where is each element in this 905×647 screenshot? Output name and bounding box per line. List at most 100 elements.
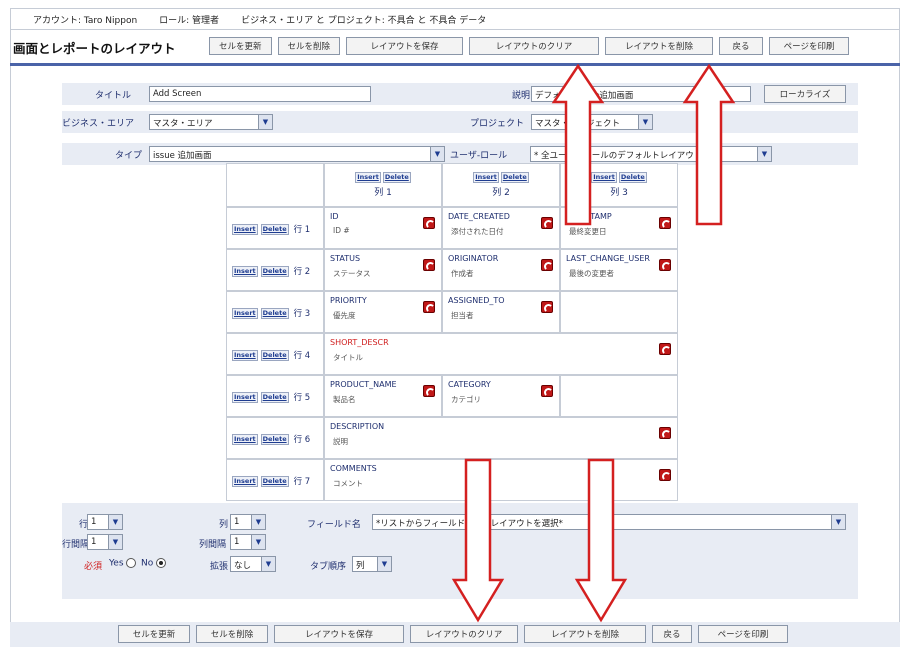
top-toolbar: セルを更新 セルを削除 レイアウトを保存 レイアウトのクリア レイアウトを削除 … <box>209 37 850 55</box>
field-description: 作成者 <box>451 269 474 278</box>
yes-radio[interactable] <box>126 558 137 568</box>
delete-button[interactable]: Delete <box>260 391 289 403</box>
save-layout-button[interactable]: レイアウトを保存 <box>346 37 464 55</box>
delete-button[interactable]: Delete <box>260 307 289 319</box>
col-select[interactable]: 1 ▼ <box>230 514 266 530</box>
row-header: Insert Delete 行 1 <box>232 223 310 235</box>
delete-button[interactable]: Delete <box>382 172 411 183</box>
field-cell[interactable]: SHORT_DESCR タイトル <box>324 333 678 375</box>
insert-button[interactable]: Insert <box>473 172 499 183</box>
title-input[interactable]: Add Screen <box>149 86 371 102</box>
column-header: Insert Delete 列 2 <box>443 172 559 198</box>
field-cell[interactable]: ASSIGNED_TO 担当者 <box>442 291 560 333</box>
col-span-select[interactable]: 1 ▼ <box>230 534 266 550</box>
field-name: SHORT_DESCR <box>330 338 389 347</box>
edit-cell-icon[interactable] <box>423 385 435 397</box>
save-layout-button[interactable]: レイアウトを保存 <box>274 625 404 643</box>
delete-layout-button[interactable]: レイアウトを削除 <box>524 625 646 643</box>
delete-cell-button[interactable]: セルを削除 <box>277 37 341 55</box>
row-label: 行 6 <box>293 435 311 445</box>
field-description: ステータス <box>333 269 371 278</box>
delete-layout-button[interactable]: レイアウトを削除 <box>605 37 714 55</box>
edit-cell-icon[interactable] <box>423 301 435 313</box>
field-cell[interactable]: LAST_CHANGE_USER 最後の変更者 <box>560 249 678 291</box>
insert-button[interactable]: Insert <box>232 391 258 403</box>
back-button[interactable]: 戻る <box>719 37 764 55</box>
delete-button[interactable]: Delete <box>618 172 647 183</box>
back-button[interactable]: 戻る <box>652 625 692 643</box>
edit-cell-icon[interactable] <box>659 469 671 481</box>
type-value: issue 追加画面 <box>153 151 212 161</box>
field-cell[interactable]: CATEGORY カテゴリ <box>442 375 560 417</box>
print-page-button[interactable]: ページを印刷 <box>698 625 788 643</box>
row-span-select[interactable]: 1 ▼ <box>87 534 123 550</box>
field-name: CATEGORY <box>448 380 491 389</box>
extend-select[interactable]: なし ▼ <box>230 556 276 572</box>
insert-button[interactable]: Insert <box>232 307 258 319</box>
field-cell[interactable]: DATE_CREATED 添付された日付 <box>442 207 560 249</box>
edit-cell-icon[interactable] <box>541 259 553 271</box>
delete-cell-button[interactable]: セルを削除 <box>196 625 268 643</box>
required-yes-option[interactable]: Yes <box>109 558 137 569</box>
insert-button[interactable]: Insert <box>232 433 258 445</box>
empty-cell[interactable] <box>560 291 678 333</box>
column-actions: Insert Delete <box>443 172 559 183</box>
field-description: 最終変更日 <box>569 227 607 236</box>
delete-button[interactable]: Delete <box>260 265 289 277</box>
required-no-option[interactable]: No <box>141 558 167 569</box>
tab-order-select[interactable]: 列 ▼ <box>352 556 392 572</box>
insert-button[interactable]: Insert <box>232 349 258 361</box>
delete-button[interactable]: Delete <box>260 349 289 361</box>
row-select[interactable]: 1 ▼ <box>87 514 123 530</box>
delete-button[interactable]: Delete <box>260 223 289 235</box>
type-select[interactable]: issue 追加画面 ▼ <box>149 146 445 162</box>
empty-cell[interactable] <box>560 375 678 417</box>
field-description: 製品名 <box>333 395 356 404</box>
field-cell[interactable]: ORIGINATOR 作成者 <box>442 249 560 291</box>
edit-cell-icon[interactable] <box>659 427 671 439</box>
project-label: プロジェクト <box>470 119 525 129</box>
delete-button[interactable]: Delete <box>260 475 289 487</box>
column-label: 列 1 <box>374 188 392 198</box>
row-span-label: 行間隔 <box>62 540 90 550</box>
insert-button[interactable]: Insert <box>232 475 258 487</box>
field-cell[interactable]: PRIORITY 優先度 <box>324 291 442 333</box>
edit-cell-icon[interactable] <box>659 343 671 355</box>
chevron-down-icon: ▼ <box>430 147 444 161</box>
field-description: 添付された日付 <box>451 227 504 236</box>
field-name: ASSIGNED_TO <box>448 296 505 305</box>
clear-layout-button[interactable]: レイアウトのクリア <box>410 625 518 643</box>
field-cell[interactable]: ID ID # <box>324 207 442 249</box>
business-area-select[interactable]: マスタ・エリア ▼ <box>149 114 273 130</box>
delete-button[interactable]: Delete <box>500 172 529 183</box>
clear-layout-button[interactable]: レイアウトのクリア <box>469 37 600 55</box>
edit-cell-icon[interactable] <box>423 217 435 229</box>
row-label: 行 5 <box>293 393 311 403</box>
insert-button[interactable]: Insert <box>232 265 258 277</box>
chevron-down-icon: ▼ <box>638 115 652 129</box>
edit-cell-icon[interactable] <box>659 217 671 229</box>
delete-button[interactable]: Delete <box>260 433 289 445</box>
field-cell[interactable]: DESCRIPTION 説明 <box>324 417 678 459</box>
insert-button[interactable]: Insert <box>355 172 381 183</box>
field-cell[interactable]: STATUS ステータス <box>324 249 442 291</box>
print-page-button[interactable]: ページを印刷 <box>769 37 850 55</box>
edit-cell-icon[interactable] <box>541 385 553 397</box>
col-label: 列 <box>219 520 229 530</box>
title-bar: 画面とレポートのレイアウト セルを更新 セルを削除 レイアウトを保存 レイアウト… <box>10 29 900 64</box>
edit-cell-icon[interactable] <box>423 259 435 271</box>
field-name: PRODUCT_NAME <box>330 380 397 389</box>
column-label: 列 2 <box>492 188 510 198</box>
field-cell[interactable]: PRODUCT_NAME 製品名 <box>324 375 442 417</box>
field-name-label: フィールド名 <box>307 520 361 530</box>
edit-cell-icon[interactable] <box>541 301 553 313</box>
localize-button[interactable]: ローカライズ <box>764 85 846 103</box>
insert-button[interactable]: Insert <box>232 223 258 235</box>
chevron-down-icon: ▼ <box>108 515 122 529</box>
update-cell-button[interactable]: セルを更新 <box>209 37 272 55</box>
no-radio[interactable] <box>156 558 167 568</box>
yes-label: Yes <box>109 558 124 569</box>
user-role-label: ユーザ-ロール <box>450 151 508 161</box>
update-cell-button[interactable]: セルを更新 <box>118 625 190 643</box>
edit-cell-icon[interactable] <box>659 259 671 271</box>
